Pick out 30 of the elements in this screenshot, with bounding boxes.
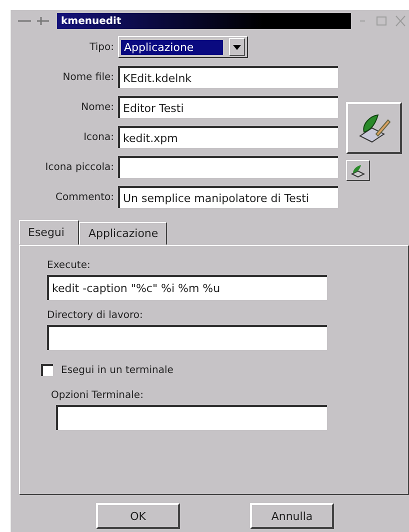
small-icon-button[interactable]	[346, 160, 370, 181]
field-label: Icona:	[82, 132, 114, 142]
field-label: Opzioni Terminale:	[51, 390, 144, 401]
text-field[interactable]: kedit -caption "%c" %i %m %u	[47, 275, 327, 300]
text-field[interactable]	[56, 405, 327, 430]
field-label: Commento:	[54, 192, 114, 202]
text-field[interactable]	[118, 156, 338, 178]
dropdown-value: Applicazione	[121, 40, 223, 54]
field-label: Tipo:	[88, 42, 114, 52]
cancel-button[interactable]: Annulla	[250, 503, 334, 529]
editor-icon	[350, 164, 366, 178]
window-title: kmenuedit	[61, 16, 122, 26]
checkbox[interactable]	[41, 364, 53, 376]
tab[interactable]: Applicazione	[79, 222, 168, 245]
field-label: Nome:	[80, 102, 114, 112]
text-field[interactable]: KEdit.kdelnk	[118, 66, 338, 88]
type-dropdown[interactable]: Applicazione	[118, 36, 248, 58]
checkbox-label: Esegui in un terminale	[61, 364, 174, 376]
field-label: Directory di lavoro:	[47, 310, 144, 321]
tab[interactable]: Esegui	[19, 220, 80, 245]
field-label: Nome file:	[62, 72, 114, 82]
text-field[interactable]: Editor Testi	[118, 96, 338, 118]
ok-button[interactable]: OK	[96, 503, 180, 529]
field-label: Icona piccola:	[44, 162, 114, 172]
window-menu-icon[interactable]	[17, 16, 51, 26]
icon-button[interactable]	[346, 102, 402, 154]
field-label: Execute:	[47, 260, 92, 271]
text-field[interactable]: kedit.xpm	[118, 126, 338, 148]
text-field[interactable]	[47, 325, 327, 350]
text-field[interactable]: Un semplice manipolatore di Testi	[118, 186, 338, 208]
